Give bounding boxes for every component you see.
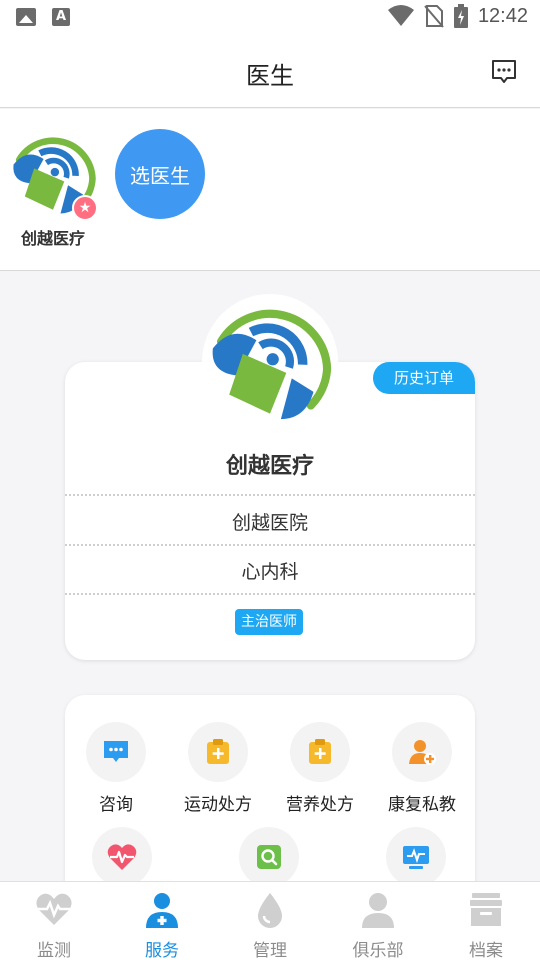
service-monitor[interactable] [365,827,467,887]
choose-doctor-button[interactable]: 选医生 [115,129,205,219]
nav-label: 服务 [145,941,179,960]
clinic-logo-icon [212,309,332,420]
nav-item-monitor[interactable]: 监测 [0,890,108,960]
heart-pulse-icon [36,893,72,925]
doctor-avatar [202,294,338,430]
bottom-nav: 监测 服务 管理 俱乐部 档案 [0,881,540,960]
service-heart-rate[interactable] [71,827,173,887]
nav-item-club[interactable]: 俱乐部 [324,890,432,960]
monitor-icon [403,846,429,869]
divider [65,593,475,595]
status-time: 12:42 [477,4,528,27]
chat-bubble-icon[interactable] [490,58,518,86]
nav-label: 管理 [253,941,287,960]
doctor-chip[interactable]: ★ 创越医疗 [6,127,100,249]
accessibility-notification-icon: A [52,8,70,26]
wifi-icon [387,5,414,26]
search-report-icon [257,845,281,869]
battery-charging-icon [453,4,468,28]
service-nutrition-prescription[interactable]: 营养处方 [269,722,371,815]
divider [65,544,475,546]
nav-item-service[interactable]: 服务 [108,890,216,960]
clipboard-plus-icon [309,739,331,764]
doctor-chip-name: 创越医疗 [20,229,85,248]
image-notification-icon [16,8,36,26]
service-rehab-coach[interactable]: 康复私教 [371,722,473,815]
service-label: 运动处方 [184,795,252,815]
service-consult[interactable]: 咨询 [65,722,167,815]
service-report-search[interactable] [218,827,320,887]
doctor-hospital: 创越医院 [231,512,308,534]
service-exercise-prescription[interactable]: 运动处方 [167,722,269,815]
service-label: 营养处方 [286,795,354,815]
doctor-strip: ★ 创越医疗 选医生 [0,109,540,271]
history-orders-button[interactable]: 历史订单 [373,362,475,394]
nav-item-manage[interactable]: 管理 [216,890,324,960]
status-bar: A 12:42 [0,0,540,36]
nav-item-archive[interactable]: 档案 [432,890,540,960]
person-icon [362,893,394,928]
person-add-icon [409,740,436,765]
no-sim-icon [424,5,444,28]
service-label: 咨询 [99,795,133,815]
nav-label: 档案 [469,941,503,960]
nav-label: 俱乐部 [352,941,404,960]
heart-rate-icon [107,844,137,870]
archive-box-icon [470,893,502,926]
clipboard-plus-icon [207,739,229,764]
doctor-title-tag: 主治医师 [235,609,303,635]
water-drop-icon [258,893,282,928]
doctor-plus-icon [146,893,178,928]
app-header: 医生 [0,36,540,108]
service-label: 康复私教 [388,795,456,815]
page-title: 医生 [246,62,294,90]
star-icon: ★ [72,195,98,221]
chat-icon [104,741,128,762]
services-card: 咨询 运动处方 营养处方 康复私教 [65,695,475,905]
doctor-name: 创越医疗 [225,454,314,479]
divider [65,494,475,496]
doctor-department: 心内科 [241,561,299,583]
nav-label: 监测 [37,941,71,960]
